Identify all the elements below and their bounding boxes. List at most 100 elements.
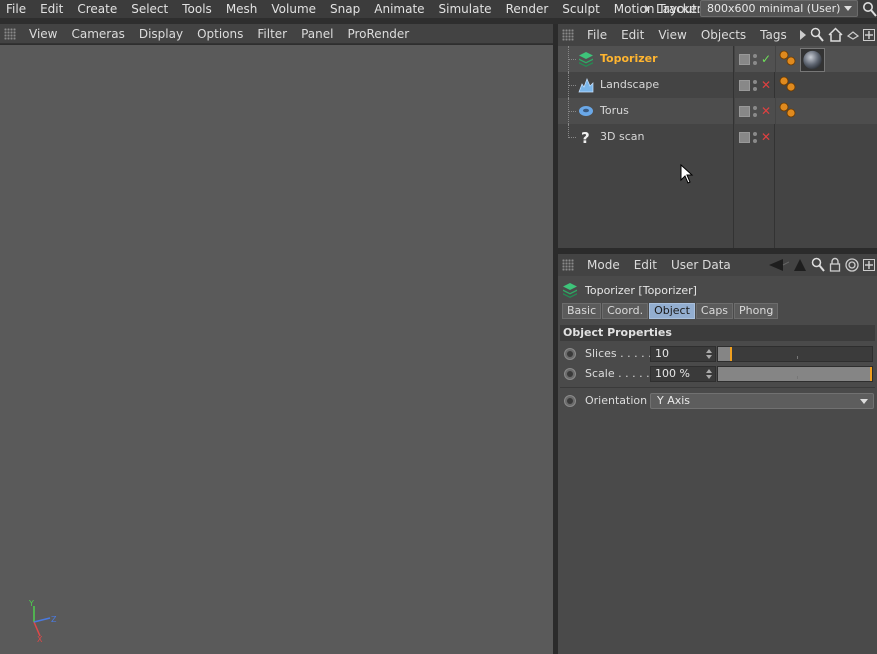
om-menu-file[interactable]: File (580, 28, 614, 42)
visibility-dots-icon[interactable] (753, 132, 757, 143)
new-panel-icon[interactable] (863, 28, 875, 41)
section-header: Object Properties (560, 325, 875, 341)
viewport-menu-filter[interactable]: Filter (250, 27, 294, 41)
object-list: Toporizer Landscape Torus ? 3D scan (558, 46, 734, 248)
menu-file[interactable]: File (0, 0, 34, 18)
animate-radio[interactable] (564, 368, 576, 380)
object-row-3d-scan[interactable]: ? 3D scan (558, 124, 733, 150)
om-menu-objects[interactable]: Objects (694, 28, 753, 42)
tags-3d-scan (776, 124, 877, 150)
spinner-icon[interactable] (706, 349, 712, 359)
tree-branch (568, 137, 576, 138)
menu-snap[interactable]: Snap (324, 0, 368, 18)
attribute-title: Toporizer [Toporizer] (562, 280, 697, 300)
tab-phong[interactable]: Phong (734, 303, 779, 319)
menu-simulate[interactable]: Simulate (433, 0, 500, 18)
layer-icon[interactable] (739, 80, 750, 91)
unknown-object-icon: ? (581, 129, 590, 145)
visibility-dots-icon[interactable] (753, 106, 757, 117)
phong-tag-icon[interactable] (778, 49, 798, 69)
layout-switcher: Layout: (645, 0, 705, 18)
scale-input[interactable]: 100 % (650, 366, 716, 382)
layout-dropdown[interactable]: 800x600 minimal (User) (700, 0, 858, 17)
orientation-property: Orientation Y Axis (558, 391, 877, 411)
visibility-dots-icon[interactable] (753, 54, 757, 65)
menu-sculpt[interactable]: Sculpt (556, 0, 607, 18)
object-row-toporizer[interactable]: Toporizer (558, 46, 733, 72)
slices-label: Slices . . . . . (585, 347, 652, 360)
flags-landscape: ✕ (735, 72, 775, 98)
object-flags-column: ✓ ✕ ✕ ✕ (735, 46, 775, 248)
scale-label: Scale . . . . . (585, 367, 650, 380)
panel-grip-icon[interactable] (4, 27, 16, 40)
panel-grip-icon[interactable] (562, 259, 574, 271)
tab-object[interactable]: Object (649, 303, 695, 319)
menu-mesh[interactable]: Mesh (220, 0, 266, 18)
axis-z-label: Z (51, 615, 57, 624)
viewport-menu-panel[interactable]: Panel (294, 27, 340, 41)
om-menu-edit[interactable]: Edit (614, 28, 651, 42)
mouse-cursor-icon (680, 164, 694, 184)
viewport-menu-view[interactable]: View (22, 27, 64, 41)
back-arrow-icon[interactable] (769, 258, 789, 272)
menu-overflow-arrow-icon[interactable] (800, 29, 806, 40)
viewport-menu-prorender[interactable]: ProRender (340, 27, 416, 41)
material-tag-icon[interactable] (800, 48, 825, 72)
disabled-cross-icon[interactable]: ✕ (761, 102, 771, 120)
home-icon[interactable] (828, 27, 843, 42)
lock-icon[interactable] (829, 257, 841, 272)
viewport-menu-options[interactable]: Options (190, 27, 250, 41)
collapse-icon[interactable] (847, 30, 859, 40)
viewport-menu-cameras[interactable]: Cameras (64, 27, 131, 41)
menu-tools[interactable]: Tools (176, 0, 220, 18)
am-menu-mode[interactable]: Mode (580, 258, 627, 272)
om-menu-tags[interactable]: Tags (753, 28, 794, 42)
am-menu-edit[interactable]: Edit (627, 258, 664, 272)
search-icon[interactable] (810, 27, 824, 42)
search-icon[interactable] (811, 257, 825, 272)
svg-text:?: ? (581, 129, 590, 145)
om-menu-view[interactable]: View (651, 28, 693, 42)
scale-slider[interactable] (717, 366, 873, 382)
orientation-dropdown[interactable]: Y Axis (650, 393, 874, 409)
spinner-icon[interactable] (706, 369, 712, 379)
menu-select[interactable]: Select (125, 0, 176, 18)
slider-knob[interactable] (730, 347, 732, 361)
phong-tag-icon[interactable] (778, 75, 798, 95)
3d-viewport[interactable] (0, 45, 553, 654)
object-row-torus[interactable]: Torus (558, 98, 733, 124)
menu-animate[interactable]: Animate (368, 0, 432, 18)
disabled-cross-icon[interactable]: ✕ (761, 128, 771, 146)
menu-volume[interactable]: Volume (265, 0, 324, 18)
layer-icon[interactable] (739, 106, 750, 117)
slices-value: 10 (655, 347, 669, 360)
menu-edit[interactable]: Edit (34, 0, 71, 18)
menu-create[interactable]: Create (71, 0, 125, 18)
search-icon[interactable] (862, 1, 877, 17)
animate-radio[interactable] (564, 348, 576, 360)
phong-tag-icon[interactable] (778, 101, 798, 121)
layer-icon[interactable] (739, 132, 750, 143)
slices-slider[interactable] (717, 346, 873, 362)
tab-basic[interactable]: Basic (562, 303, 602, 319)
object-row-landscape[interactable]: Landscape (558, 72, 733, 98)
tab-coord[interactable]: Coord. (602, 303, 649, 319)
target-icon[interactable] (845, 257, 859, 272)
tab-caps[interactable]: Caps (695, 303, 734, 319)
object-name: 3D scan (600, 130, 645, 143)
layer-icon[interactable] (739, 54, 750, 65)
menu-render[interactable]: Render (500, 0, 557, 18)
slices-input[interactable]: 10 (650, 346, 716, 362)
visibility-dots-icon[interactable] (753, 80, 757, 91)
am-menu-user-data[interactable]: User Data (664, 258, 738, 272)
new-panel-icon[interactable] (863, 258, 875, 271)
panel-grip-icon[interactable] (562, 29, 574, 41)
object-manager-menubar: File Edit View Objects Tags (558, 24, 877, 46)
viewport-menu-display[interactable]: Display (132, 27, 190, 41)
menu-overflow-arrow-icon[interactable] (645, 5, 650, 13)
disabled-cross-icon[interactable]: ✕ (761, 76, 771, 94)
animate-radio[interactable] (564, 395, 576, 407)
enabled-check-icon[interactable]: ✓ (761, 50, 771, 68)
slider-knob[interactable] (870, 367, 872, 381)
up-arrow-icon[interactable] (793, 258, 807, 272)
